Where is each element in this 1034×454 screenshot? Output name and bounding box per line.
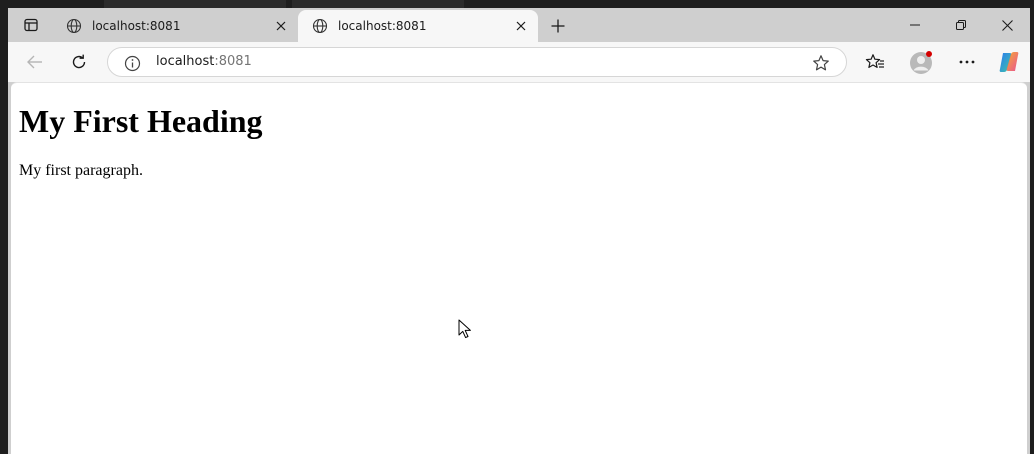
more-icon [959,60,975,64]
tab-close-button[interactable] [272,17,290,35]
copilot-button[interactable] [995,48,1023,76]
plus-icon [551,19,565,33]
tab-localhost-1[interactable]: localhost:8081 [52,10,298,42]
restore-button[interactable] [938,8,984,42]
browser-window: localhost:8081 localhost:8081 localhost:… [8,8,1030,454]
page-heading: My First Heading [19,103,263,139]
url-host: localhost [156,54,215,69]
tab-title: localhost:8081 [338,19,427,33]
favorites-button[interactable] [861,48,889,76]
browser-toolbar: localhost:8081 [8,42,1030,82]
reload-button[interactable] [65,48,93,76]
restore-icon [956,20,966,30]
tab-localhost-2[interactable]: localhost:8081 [298,10,538,42]
minimize-icon [910,24,920,26]
star-icon[interactable] [811,53,831,73]
favorites-icon [865,54,884,68]
new-tab-button[interactable] [546,14,570,38]
close-icon [1001,19,1013,31]
tab-close-button[interactable] [512,17,530,35]
mouse-cursor-icon [458,319,471,339]
minimize-button[interactable] [892,8,938,42]
page-viewport: My First Heading My first paragraph. [11,82,1027,454]
url-text[interactable]: localhost:8081 [156,54,252,70]
star-icon-glyph [813,55,829,71]
background-window [104,0,286,8]
info-icon-glyph [124,55,140,71]
profile-button[interactable] [907,48,935,76]
profile-avatar [910,51,932,74]
globe-icon [312,18,328,34]
tab-title: localhost:8081 [92,19,181,33]
url-port: :8081 [214,54,252,69]
tab-actions-icon [24,18,38,32]
globe-icon [66,18,82,34]
back-arrow-icon [27,55,42,69]
info-icon[interactable] [123,54,141,72]
back-button[interactable] [21,48,49,76]
copilot-icon [999,52,1019,72]
more-button[interactable] [953,48,981,76]
page-paragraph: My first paragraph. [19,162,143,179]
close-icon [516,21,526,31]
background-window [292,0,464,8]
window-close-button[interactable] [984,8,1030,42]
address-bar[interactable]: localhost:8081 [107,47,847,77]
close-icon [276,21,286,31]
tab-actions-button[interactable] [16,13,46,37]
tab-strip: localhost:8081 localhost:8081 [8,8,1030,42]
reload-icon [72,54,86,69]
